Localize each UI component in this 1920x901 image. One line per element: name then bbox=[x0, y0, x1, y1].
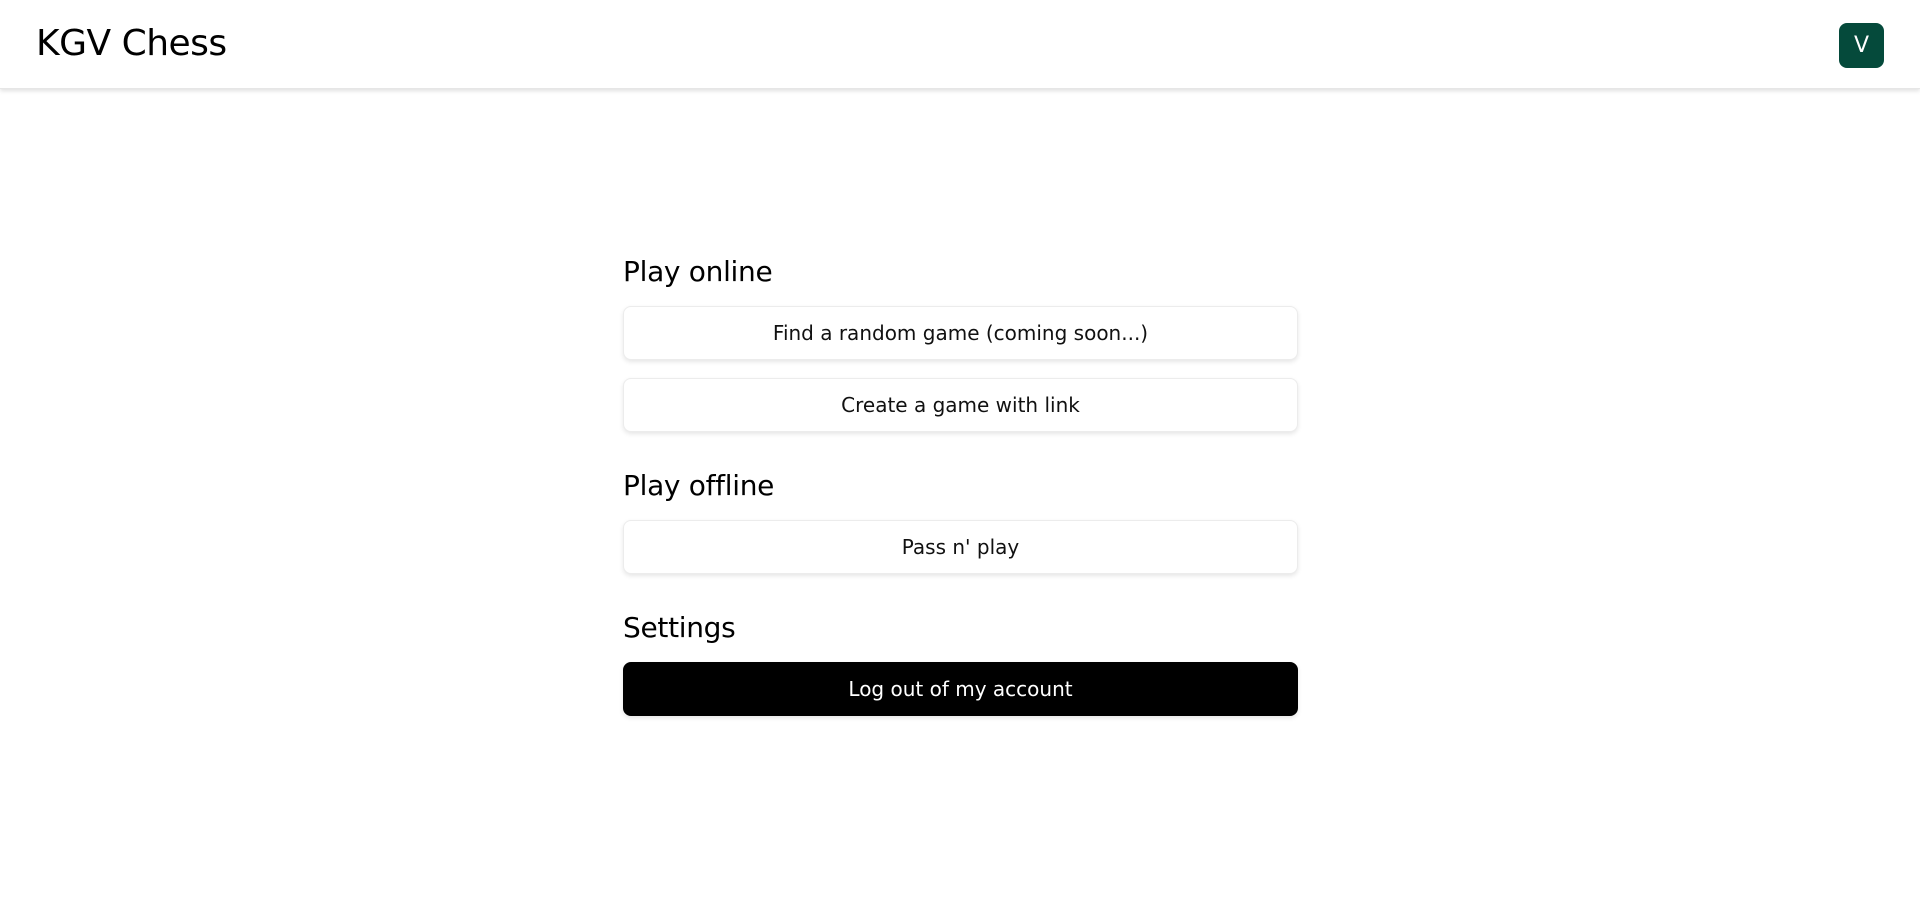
avatar-initial: V bbox=[1853, 32, 1870, 58]
find-random-game-button[interactable]: Find a random game (coming soon...) bbox=[623, 306, 1298, 360]
section-title-play-offline: Play offline bbox=[623, 469, 775, 502]
logout-label: Log out of my account bbox=[848, 677, 1073, 701]
create-link-game-button[interactable]: Create a game with link bbox=[623, 378, 1298, 432]
user-avatar-button[interactable]: V bbox=[1839, 23, 1884, 68]
section-title-settings: Settings bbox=[623, 611, 736, 644]
pass-n-play-button[interactable]: Pass n' play bbox=[623, 520, 1298, 574]
pass-n-play-label: Pass n' play bbox=[901, 535, 1020, 559]
section-title-play-online: Play online bbox=[623, 255, 773, 288]
find-random-game-label: Find a random game (coming soon...) bbox=[772, 321, 1149, 345]
logout-button[interactable]: Log out of my account bbox=[623, 662, 1298, 716]
create-link-game-label: Create a game with link bbox=[841, 393, 1080, 417]
top-bar: KGV Chess V bbox=[0, 0, 1920, 89]
app-title: KGV Chess bbox=[36, 23, 227, 64]
main-menu: Play online Find a random game (coming s… bbox=[623, 250, 1298, 716]
